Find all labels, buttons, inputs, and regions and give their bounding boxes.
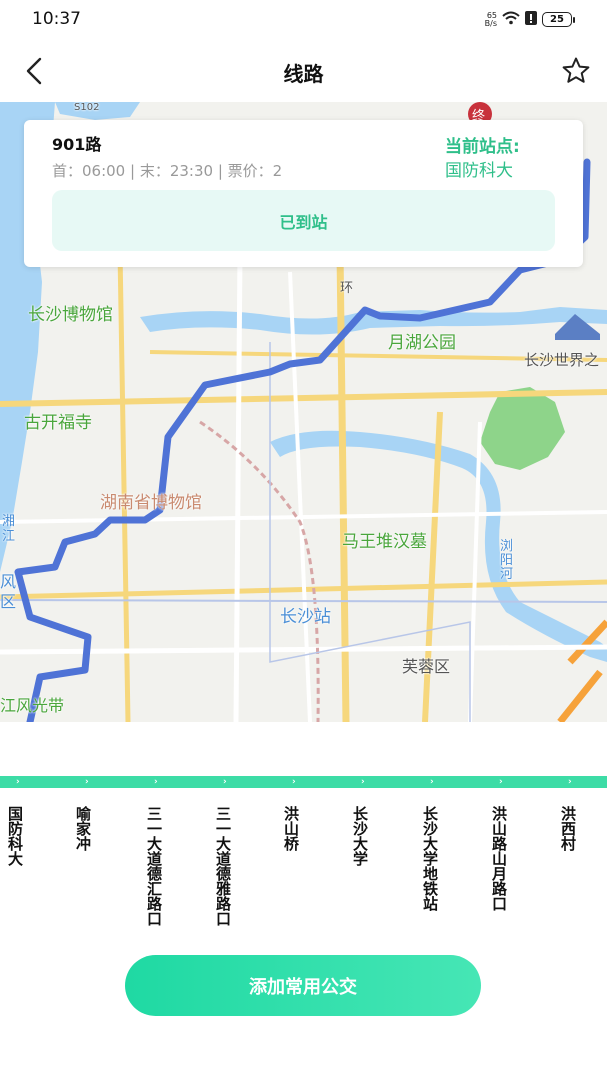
map-label-road-s102: S102: [74, 102, 100, 113]
arrow-right-icon: ›: [430, 777, 434, 787]
map-label-mawangdui: 马王堆汉墓: [342, 532, 427, 552]
wifi-icon: [502, 10, 520, 29]
map-label-xiangjiang: 湘江: [2, 514, 16, 544]
arrow-right-icon: ›: [568, 777, 572, 787]
network-speed: 65 B/s: [484, 10, 497, 28]
map-label-changsha-station: 长沙站: [280, 607, 331, 627]
status-icons: 65 B/s 25: [485, 10, 575, 29]
battery-icon: 25: [542, 12, 575, 27]
station-item[interactable]: 国防科大: [3, 806, 27, 866]
nav-bar: 线路: [0, 40, 607, 102]
station-item[interactable]: 洪西村: [556, 806, 580, 851]
map-label-gukai-temple: 古开福寺: [24, 413, 92, 433]
status-bar: 10:37 65 B/s 25: [0, 0, 607, 40]
station-item[interactable]: 洪山桥: [279, 806, 303, 851]
arrow-right-icon: ›: [16, 777, 20, 787]
station-item[interactable]: 三一大道德汇路口: [142, 806, 166, 926]
map-label-hunan-museum: 湖南省博物馆: [100, 493, 202, 513]
station-item[interactable]: 洪山路山月路口: [487, 806, 511, 911]
arrow-right-icon: ›: [85, 777, 89, 787]
add-favorite-bus-button[interactable]: 添加常用公交: [125, 955, 481, 1016]
route-times: 首：06:00 | 末：23:30 | 票价：2: [52, 162, 283, 180]
page-title: 线路: [283, 62, 324, 86]
map-label-feng-qu: 风区: [0, 572, 17, 611]
route-info-card: 901路 首：06:00 | 末：23:30 | 票价：2 当前站点: 国防科大…: [24, 120, 583, 267]
current-station-label: 当前站点:: [445, 137, 520, 157]
arrow-right-icon: ›: [499, 777, 503, 787]
arrow-right-icon: ›: [361, 777, 365, 787]
arrow-right-icon: ›: [292, 777, 296, 787]
status-time: 10:37: [32, 9, 81, 29]
map-label-museum: 长沙博物馆: [28, 305, 113, 325]
star-icon: [562, 57, 590, 83]
favorite-button[interactable]: [559, 54, 593, 88]
station-item[interactable]: 长沙大学: [348, 806, 372, 866]
station-item[interactable]: 喻家冲: [71, 806, 95, 851]
station-item[interactable]: 三一大道德雅路口: [211, 806, 235, 926]
map-label-jiang-fengguang: 江风光带: [0, 696, 65, 715]
map-label-huan: 环: [340, 281, 354, 296]
route-name: 901路: [52, 135, 102, 154]
arrived-status-button[interactable]: 已到站: [52, 190, 555, 251]
current-station-name: 国防科大: [445, 161, 513, 181]
map-label-furong: 芙蓉区: [402, 657, 451, 676]
arrow-right-icon: ›: [154, 777, 158, 787]
arrow-right-icon: ›: [223, 777, 227, 787]
station-progress-strip: › › › › › › › › ›: [0, 776, 607, 788]
station-item[interactable]: 长沙大学地铁站: [418, 806, 442, 911]
map-label-world: 长沙世界之: [524, 351, 600, 369]
map-label-yuehu-park: 月湖公园: [388, 333, 456, 353]
alert-icon: [525, 10, 537, 29]
map-label-liuyang-river: 浏阳河: [500, 539, 514, 582]
